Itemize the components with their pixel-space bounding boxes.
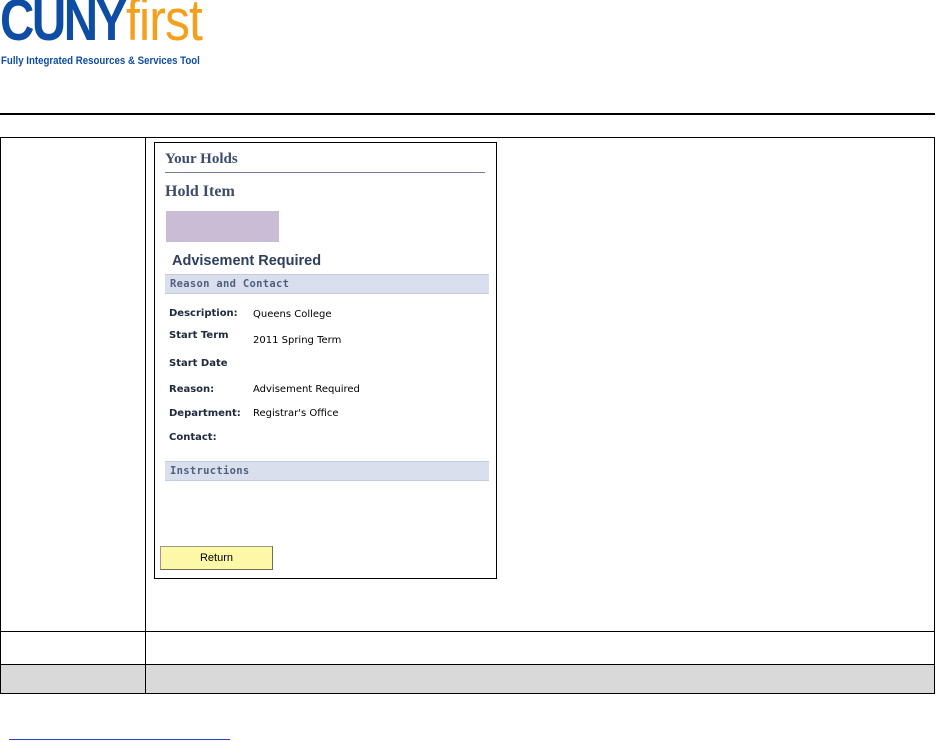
field-value: Registrar's Office <box>253 408 339 419</box>
section-header-label: Reason and Contact <box>170 278 290 290</box>
field-label: Reason: <box>169 384 215 395</box>
hold-item-screenshot: Your Holds Hold Item Advisement Required… <box>154 142 497 579</box>
field-label: Start Date <box>169 358 228 369</box>
field-label: Department: <box>169 408 241 419</box>
field-label: Contact: <box>169 432 217 443</box>
logo-brand-accent: first <box>126 0 203 53</box>
table-column-divider <box>145 138 146 693</box>
logo-tagline: Fully Integrated Resources & Services To… <box>1 55 200 67</box>
title-underline <box>165 172 485 173</box>
header-divider <box>0 113 935 115</box>
section-header-label: Instructions <box>170 465 250 477</box>
hold-status-indicator <box>166 211 279 242</box>
section-header-instructions: Instructions <box>165 461 489 481</box>
table-row-divider <box>1 631 934 632</box>
cunyfirst-logo: CUNY first Fully Integrated Resources & … <box>0 0 240 70</box>
table-row-divider <box>1 664 934 665</box>
page-title: Your Holds <box>165 151 238 167</box>
hold-name: Advisement Required <box>172 253 322 269</box>
logo-brand-main: CUNY <box>0 0 127 53</box>
field-value: 2011 Spring Term <box>253 335 342 346</box>
return-button[interactable]: Return <box>160 546 273 570</box>
footer-link-underline[interactable] <box>9 739 230 740</box>
section-header-reason-contact: Reason and Contact <box>165 274 489 294</box>
page-subtitle: Hold Item <box>165 183 235 200</box>
field-value: Advisement Required <box>253 384 360 395</box>
table-row-shaded <box>1 665 934 693</box>
logo-wordmark: CUNY first <box>0 0 203 53</box>
field-label: Start Term <box>169 330 229 341</box>
field-label: Description: <box>169 308 238 319</box>
field-value: Queens College <box>253 309 332 320</box>
